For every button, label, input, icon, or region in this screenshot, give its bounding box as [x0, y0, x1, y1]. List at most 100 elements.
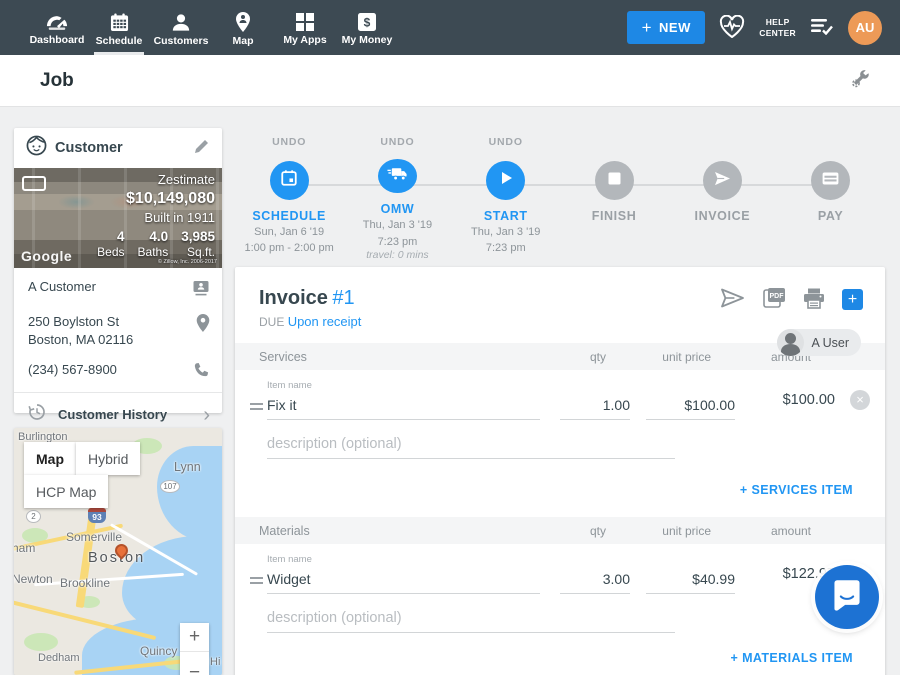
start-step-button[interactable]	[486, 161, 525, 200]
nav-item-schedule[interactable]: Schedule	[88, 0, 150, 55]
omw-step-button[interactable]	[378, 159, 417, 193]
nav-label: Schedule	[96, 35, 143, 47]
print-button[interactable]	[803, 288, 825, 312]
map-label-quincy: Quincy	[140, 644, 177, 658]
schedule-step-button[interactable]	[270, 161, 309, 200]
location-pin-icon	[196, 314, 210, 335]
drag-handle-icon[interactable]	[245, 403, 267, 410]
zoom-in-button[interactable]: +	[180, 623, 209, 652]
undo-start-button[interactable]: UNDO	[489, 136, 523, 152]
zoom-out-button[interactable]: −	[180, 658, 209, 675]
heart-pulse-icon	[719, 15, 745, 41]
activity-feed-button[interactable]	[810, 17, 834, 38]
material-unit-price-input[interactable]	[646, 569, 735, 594]
paper-plane-icon	[720, 288, 745, 311]
assigned-user-name: A User	[811, 336, 849, 350]
invoice-step-button[interactable]	[703, 161, 742, 200]
invoice-actions: PDF +	[720, 287, 863, 312]
material-name-input[interactable]	[267, 569, 540, 594]
chat-bubble-icon	[832, 579, 862, 616]
customer-history-label: Customer History	[58, 407, 167, 422]
timeline-step-invoice: INVOICE	[668, 136, 776, 261]
call-button[interactable]	[193, 361, 210, 382]
dollar-icon: $	[358, 13, 376, 31]
assigned-user-pill[interactable]: A User	[777, 329, 861, 356]
job-settings-button[interactable]	[848, 67, 872, 94]
customer-phone-row: (234) 567-8900	[14, 354, 222, 388]
google-watermark: Google	[21, 248, 72, 264]
contact-card-button[interactable]	[192, 278, 210, 300]
nav-item-my-money[interactable]: $ My Money	[336, 0, 398, 55]
add-invoice-button[interactable]: +	[842, 289, 863, 310]
nav-label: My Apps	[283, 34, 326, 46]
service-description-input[interactable]	[267, 434, 675, 459]
map-label-hingham: Hi	[210, 656, 220, 668]
plus-icon: +	[642, 18, 652, 38]
customer-name-row: A Customer	[14, 268, 222, 306]
delete-service-item-button[interactable]: ×	[850, 390, 870, 410]
new-button[interactable]: + NEW	[627, 11, 705, 44]
map-pin-icon	[235, 12, 251, 32]
map-label-newton: Newton	[14, 572, 53, 586]
chevron-right-icon: ›	[203, 408, 210, 422]
material-qty-input[interactable]	[560, 569, 630, 594]
list-check-icon	[810, 17, 834, 38]
credit-card-icon-button[interactable]	[811, 161, 850, 200]
customer-address-row: 250 Boylston St Boston, MA 02116	[14, 306, 222, 354]
nav-label: My Money	[342, 34, 393, 46]
street-view-icon[interactable]	[22, 176, 46, 191]
travel-time-note: travel: 0 mins	[366, 249, 428, 261]
truck-icon	[387, 166, 408, 187]
map-type-hybrid[interactable]: Hybrid	[76, 442, 140, 475]
undo-schedule-button[interactable]: UNDO	[272, 136, 306, 152]
drag-handle-icon[interactable]	[245, 577, 267, 584]
service-unit-price-input[interactable]	[646, 395, 735, 420]
help-center-button[interactable]: HELP CENTER	[759, 17, 796, 38]
address-map-button[interactable]	[196, 313, 210, 335]
nav-item-customers[interactable]: Customers	[150, 0, 212, 55]
add-services-item-link[interactable]: + SERVICES ITEM	[740, 483, 853, 497]
customer-history-row[interactable]: Customer History ›	[14, 392, 222, 426]
nav-item-my-apps[interactable]: My Apps	[274, 0, 336, 55]
stop-icon	[608, 172, 621, 190]
apps-grid-icon	[296, 13, 314, 31]
map-type-map[interactable]: Map	[24, 442, 76, 475]
route-2-shield: 2	[26, 510, 41, 523]
top-nav: Dashboard Schedule Customers Map My Apps…	[0, 0, 900, 55]
material-item-row: Item name $122.97	[235, 544, 885, 594]
send-invoice-button[interactable]	[720, 288, 745, 311]
printer-icon	[803, 288, 825, 312]
nav-label: Map	[233, 35, 254, 47]
timeline-step-omw: UNDO OMW Thu, Jan 3 '19 7:23 pm travel: …	[343, 136, 451, 261]
job-timeline: UNDO SCHEDULE Sun, Jan 6 '19 1:00 pm - 2…	[235, 136, 885, 261]
timeline-step-finish: FINISH	[560, 136, 668, 261]
page-title: Job	[40, 70, 74, 92]
nav-item-map[interactable]: Map	[212, 0, 274, 55]
undo-omw-button[interactable]: UNDO	[380, 136, 414, 150]
user-avatar[interactable]: AU	[848, 11, 882, 45]
chat-widget-button[interactable]	[815, 565, 879, 629]
nav-items: Dashboard Schedule Customers Map My Apps…	[0, 0, 398, 55]
nav-right: + NEW HELP CENTER AU	[627, 0, 900, 55]
service-qty-input[interactable]	[560, 395, 630, 420]
map-label-somerville: Somerville	[66, 530, 122, 544]
person-icon	[171, 13, 191, 32]
gauge-icon	[46, 14, 68, 31]
material-description-input[interactable]	[267, 608, 675, 633]
add-materials-item-link[interactable]: + MATERIALS ITEM	[731, 651, 854, 665]
map-card[interactable]: Burlington Lynn Somerville Boston ham Ne…	[14, 428, 222, 675]
property-photo[interactable]: Zestimate $10,149,080 Built in 1911 4Bed…	[14, 168, 222, 268]
svg-text:$: $	[364, 16, 371, 30]
timeline-step-start: UNDO START Thu, Jan 3 '19 7:23 pm	[452, 136, 560, 261]
due-terms-link[interactable]: Upon receipt	[288, 314, 362, 329]
map-type-hcp[interactable]: HCP Map	[24, 475, 108, 508]
finish-step-button[interactable]	[595, 161, 634, 200]
pdf-button[interactable]: PDF	[762, 287, 786, 312]
pencil-icon	[193, 138, 210, 158]
nav-item-dashboard[interactable]: Dashboard	[26, 0, 88, 55]
health-heart-button[interactable]	[719, 15, 745, 41]
nav-label: Customers	[154, 35, 209, 47]
edit-customer-button[interactable]	[193, 138, 210, 158]
service-name-input[interactable]	[267, 395, 540, 420]
history-icon	[28, 403, 46, 426]
